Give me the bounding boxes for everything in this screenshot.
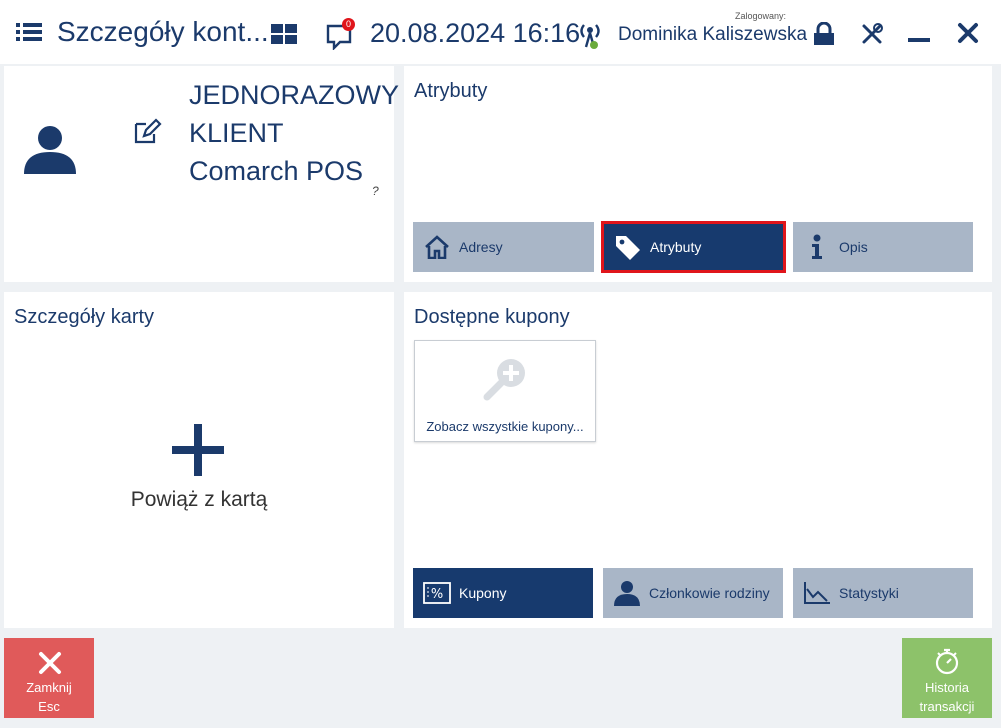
see-all-coupons-tile[interactable]: Zobacz wszystkie kupony...	[414, 340, 596, 442]
notifications-button[interactable]: 0	[326, 18, 355, 51]
history-label-line-2: transakcji	[919, 699, 975, 714]
customer-avatar-icon	[24, 124, 76, 179]
card-details-title: Szczegóły karty	[14, 306, 155, 328]
edit-customer-icon[interactable]	[132, 118, 162, 151]
home-icon	[423, 233, 451, 261]
customer-name-line-3: Comarch POS	[189, 156, 364, 186]
person-icon	[613, 579, 641, 607]
coupons-panel-title: Dostępne kupony	[414, 306, 570, 328]
tab-addresses[interactable]: Adresy	[413, 222, 594, 272]
datetime: 20.08.2024 16:16	[370, 18, 581, 48]
tab-description[interactable]: Opis	[793, 222, 973, 272]
card-details-panel: Szczegóły karty Powiąż z kartą	[4, 292, 394, 628]
customer-panel: JEDNORAZOWY KLIENT Comarch POS ?	[4, 66, 399, 282]
tab-family-members[interactable]: Członkowie rodziny	[603, 568, 783, 618]
see-all-coupons-label: Zobacz wszystkie kupony...	[426, 419, 584, 434]
close-button[interactable]: Zamknij Esc	[4, 638, 94, 718]
history-label-line-1: Historia	[924, 680, 970, 695]
window-title: Szczegóły kont...	[57, 16, 269, 47]
close-icon	[39, 652, 61, 674]
tab-addresses-label: Adresy	[459, 239, 503, 255]
logged-in-label: Zalogowany:	[735, 11, 787, 21]
connection-signal-icon	[576, 21, 604, 56]
tab-coupons[interactable]: % Kupony	[413, 568, 593, 618]
tab-statistics-label: Statystyki	[839, 585, 899, 601]
customer-name-line-2: KLIENT	[189, 118, 284, 148]
stopwatch-icon	[935, 648, 959, 675]
transaction-history-button[interactable]: Historia transakcji	[902, 638, 992, 718]
attributes-panel-title: Atrybuty	[414, 80, 488, 102]
svg-text:%: %	[431, 587, 443, 602]
magnifier-plus-icon	[481, 355, 531, 408]
tab-description-label: Opis	[839, 239, 868, 255]
customer-name: JEDNORAZOWY KLIENT Comarch POS	[189, 76, 399, 190]
tools-icon[interactable]	[860, 22, 884, 51]
customer-name-line-1: JEDNORAZOWY	[189, 80, 400, 110]
info-icon	[803, 233, 831, 261]
top-bar: Szczegóły kont... 0 20.08.2024 16:16 Zal…	[0, 0, 1001, 64]
question-mark: ?	[372, 184, 379, 198]
hamburger-menu-icon[interactable]	[16, 22, 42, 47]
tag-icon	[614, 233, 642, 261]
username: Dominika Kaliszewska	[618, 24, 808, 45]
close-button-label: Zamknij	[26, 680, 72, 695]
percent-icon: %	[423, 579, 451, 607]
close-button-shortcut: Esc	[38, 699, 60, 714]
tab-family-members-label: Członkowie rodziny	[649, 585, 770, 601]
tab-coupons-label: Kupony	[459, 585, 507, 601]
scroll-indicator	[152, 255, 352, 261]
lock-icon[interactable]	[812, 21, 836, 51]
tab-statistics[interactable]: Statystyki	[793, 568, 973, 618]
tiles-grid-icon[interactable]	[271, 24, 297, 49]
minimize-button[interactable]	[908, 38, 930, 42]
close-window-icon[interactable]	[957, 22, 979, 49]
plus-icon[interactable]	[172, 424, 224, 481]
chart-icon	[803, 579, 831, 607]
tab-attributes[interactable]: Atrybuty	[601, 221, 786, 273]
notifications-badge: 0	[342, 18, 355, 31]
tab-attributes-label: Atrybuty	[650, 239, 702, 255]
bind-card-button[interactable]: Powiąż z kartą	[4, 488, 394, 512]
